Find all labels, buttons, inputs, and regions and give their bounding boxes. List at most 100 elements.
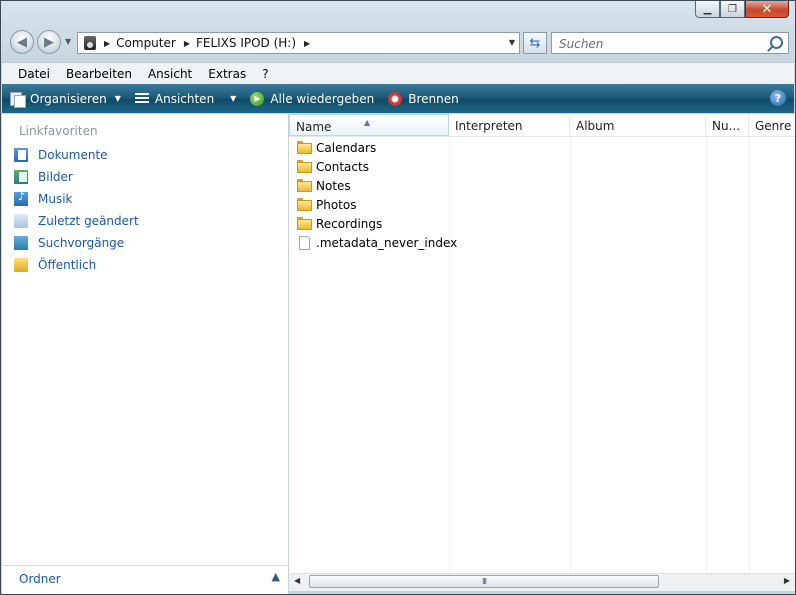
nav-link-label: Dokumente — [38, 148, 108, 162]
recent-icon — [14, 214, 28, 228]
caption-buttons: ▁ ❐ ✕ — [695, 1, 789, 18]
search-input[interactable] — [557, 35, 761, 53]
breadcrumb-arrow-icon[interactable]: ▶ — [104, 39, 110, 48]
refresh-button[interactable]: ⇆ — [523, 32, 547, 54]
close-button[interactable]: ✕ — [745, 1, 789, 18]
command-bar: Organisieren ▼ Ansichten ▼ ▶ Alle wieder… — [2, 84, 794, 113]
column-divider — [570, 136, 571, 573]
file-name: Contacts — [316, 159, 369, 174]
ipod-icon — [84, 36, 96, 50]
navigation-row: ◀ ▶ ▼ ▶ Computer ▶ FELIXS IPOD (H:) ▶ ▼ … — [1, 29, 795, 57]
breadcrumb-computer[interactable]: Computer — [116, 36, 176, 50]
chevron-up-icon[interactable]: ▲ — [272, 570, 280, 583]
address-dropdown-icon[interactable]: ▼ — [509, 38, 515, 47]
folder-row-recordings[interactable]: Recordings — [297, 214, 382, 233]
file-name: Recordings — [316, 216, 383, 231]
search-icon[interactable] — [770, 36, 783, 49]
documents-icon — [14, 148, 28, 162]
column-label: Name — [296, 120, 332, 134]
chevron-down-icon: ▼ — [230, 94, 237, 103]
file-name: Calendars — [316, 140, 377, 155]
breadcrumb-arrow-icon[interactable]: ▶ — [184, 39, 190, 48]
column-header-genre[interactable]: Genre — [749, 114, 795, 136]
file-icon — [299, 235, 310, 250]
file-list: ▲ Name Interpreten Album Nu... Genre Cal… — [289, 114, 795, 573]
column-label: Interpreten — [455, 119, 523, 133]
back-button[interactable]: ◀ — [10, 30, 34, 54]
folder-row-notes[interactable]: Notes — [297, 176, 351, 195]
search-box[interactable] — [551, 32, 789, 54]
menu-edit[interactable]: Bearbeiten — [58, 67, 140, 81]
folder-row-contacts[interactable]: Contacts — [297, 157, 369, 176]
navigation-pane: Linkfavoriten Dokumente Bilder Musik Zul… — [2, 114, 289, 565]
views-icon — [134, 92, 149, 105]
organize-icon — [10, 91, 26, 108]
folder-icon — [297, 179, 312, 192]
column-divider — [749, 136, 750, 573]
file-row-metadata[interactable]: .metadata_never_index — [297, 233, 457, 252]
nav-link-label: Musik — [38, 192, 73, 206]
pictures-icon — [14, 170, 28, 184]
play-all-label: Alle wiedergeben — [270, 91, 375, 106]
column-header-number[interactable]: Nu... — [706, 114, 749, 136]
folder-icon — [297, 160, 312, 173]
folder-row-calendars[interactable]: Calendars — [297, 138, 376, 157]
folder-icon — [297, 217, 312, 230]
nav-link-documents[interactable]: Dokumente — [14, 148, 108, 162]
chevron-down-icon: ▼ — [114, 94, 121, 103]
horizontal-scrollbar[interactable]: ◀ III ▶ — [289, 573, 795, 591]
favorite-links-title: Linkfavoriten — [19, 124, 98, 138]
breadcrumb-arrow-icon[interactable]: ▶ — [304, 39, 310, 48]
forward-arrow-icon: ▶ — [44, 34, 54, 50]
folder-row-photos[interactable]: Photos — [297, 195, 356, 214]
scrollbar-thumb[interactable]: III — [309, 575, 659, 588]
column-header-name[interactable]: ▲ Name — [289, 114, 449, 136]
file-name: Photos — [316, 197, 357, 212]
nav-link-label: Bilder — [38, 170, 73, 184]
sort-ascending-icon: ▲ — [364, 118, 371, 127]
burn-disc-icon — [388, 91, 403, 106]
nav-link-pictures[interactable]: Bilder — [14, 170, 73, 184]
music-icon — [14, 190, 28, 206]
nav-link-recent[interactable]: Zuletzt geändert — [14, 214, 139, 228]
nav-link-searches[interactable]: Suchvorgänge — [14, 236, 124, 250]
refresh-icon: ⇆ — [529, 35, 541, 51]
maximize-button[interactable]: ❐ — [720, 1, 745, 18]
nav-link-music[interactable]: Musik — [14, 190, 73, 206]
menu-file[interactable]: Datei — [10, 67, 58, 81]
views-label: Ansichten — [154, 91, 215, 106]
scroll-left-icon[interactable]: ◀ — [294, 576, 300, 585]
menu-view[interactable]: Ansicht — [140, 67, 200, 81]
breadcrumb-drive[interactable]: FELIXS IPOD (H:) — [196, 36, 296, 50]
file-name: .metadata_never_index — [316, 235, 458, 250]
help-icon[interactable]: ? — [770, 90, 786, 106]
minimize-button[interactable]: ▁ — [695, 1, 720, 18]
nav-link-label: Suchvorgänge — [38, 236, 125, 250]
column-label: Album — [576, 119, 615, 133]
play-all-button[interactable]: ▶ Alle wiedergeben — [250, 91, 375, 106]
minimize-icon: ▁ — [703, 3, 712, 15]
searches-icon — [14, 236, 28, 250]
menu-tools[interactable]: Extras — [200, 67, 254, 81]
nav-link-public[interactable]: Öffentlich — [14, 258, 96, 272]
burn-button[interactable]: Brennen — [388, 91, 459, 106]
organize-button[interactable]: Organisieren ▼ — [10, 91, 121, 108]
menu-help[interactable]: ? — [254, 67, 276, 81]
back-arrow-icon: ◀ — [17, 34, 27, 50]
views-button[interactable]: Ansichten ▼ — [134, 91, 237, 106]
burn-label: Brennen — [408, 91, 459, 106]
column-divider — [706, 136, 707, 573]
nav-link-label: Öffentlich — [38, 258, 97, 272]
column-header-album[interactable]: Album — [570, 114, 706, 136]
nav-link-label: Zuletzt geändert — [38, 214, 139, 228]
column-header-artists[interactable]: Interpreten — [449, 114, 570, 136]
forward-button[interactable]: ▶ — [37, 30, 61, 54]
public-folder-icon — [14, 258, 28, 272]
maximize-icon: ❐ — [728, 3, 737, 15]
address-bar[interactable]: ▶ Computer ▶ FELIXS IPOD (H:) ▶ ▼ — [77, 32, 520, 54]
folders-label: Ordner — [19, 572, 61, 586]
folders-toggle[interactable]: Ordner ▲ — [2, 565, 289, 594]
recent-pages-dropdown[interactable]: ▼ — [65, 37, 71, 46]
scroll-right-icon[interactable]: ▶ — [784, 576, 790, 585]
folder-icon — [297, 198, 312, 211]
